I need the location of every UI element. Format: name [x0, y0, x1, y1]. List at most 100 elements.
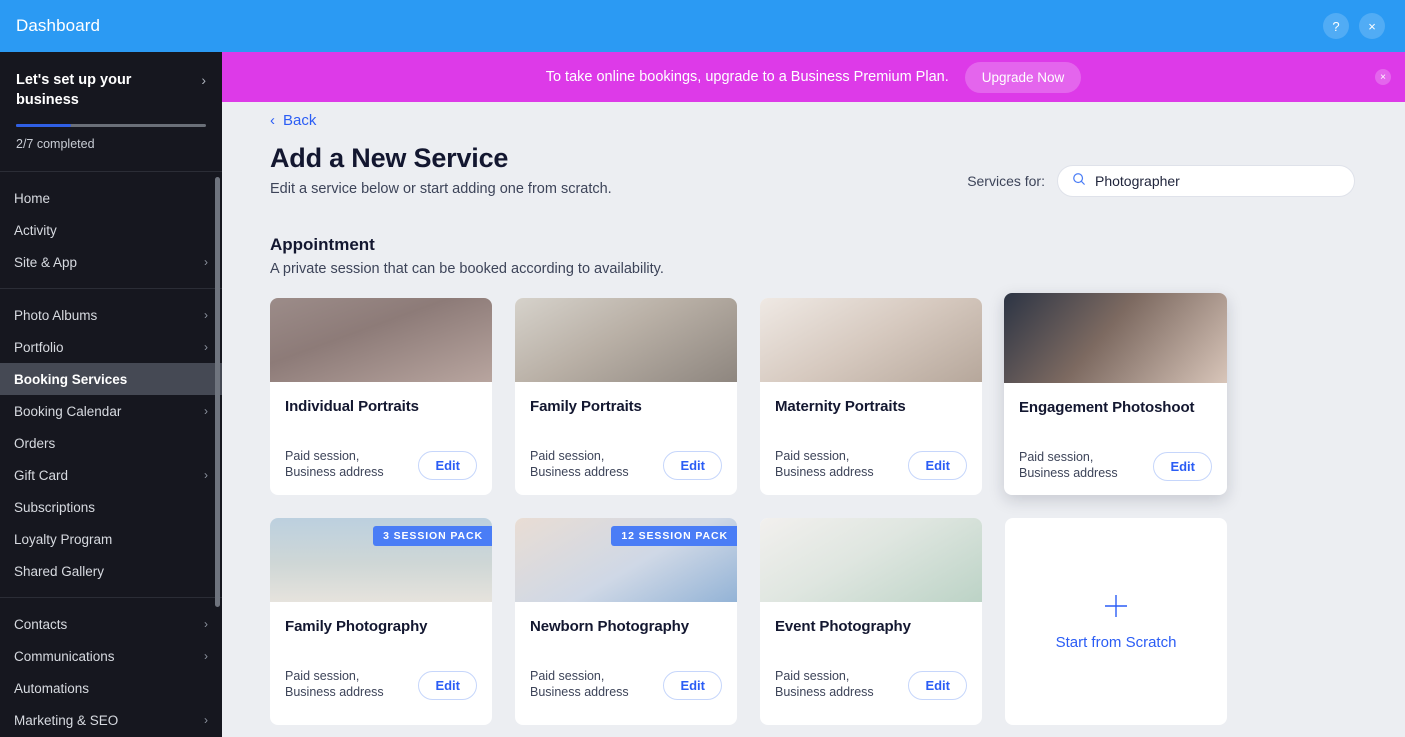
progress-bar-track — [16, 124, 206, 127]
sidebar-item-label: Activity — [14, 222, 57, 238]
edit-button[interactable]: Edit — [908, 451, 967, 480]
edit-button[interactable]: Edit — [418, 671, 477, 700]
service-card-meta-line1: Paid session, — [530, 449, 605, 463]
sidebar-item-label: Shared Gallery — [14, 563, 105, 579]
service-card-image: 12 SESSION PACK — [515, 518, 737, 602]
top-bar: Dashboard ? × — [0, 0, 1405, 52]
sidebar-item-label: Contacts — [14, 616, 68, 632]
service-card-title: Maternity Portraits — [775, 398, 906, 415]
sidebar-item-activity[interactable]: Activity — [0, 214, 222, 246]
chevron-right-icon: › — [204, 255, 208, 269]
chevron-right-icon[interactable]: › — [201, 70, 206, 88]
sidebar: Let's set up your business › 2/7 complet… — [0, 52, 222, 737]
search-input[interactable]: Photographer — [1057, 165, 1355, 197]
service-card[interactable]: Engagement Photoshoot Paid session, Busine… — [1004, 293, 1227, 495]
service-card-footer: Paid session, Business address Edit — [285, 448, 477, 480]
sidebar-scrollbar[interactable] — [215, 177, 220, 607]
setup-title: Let's set up your business — [16, 72, 132, 108]
service-card-body: Event Photography Paid session, Business a… — [760, 602, 982, 714]
app-root: Dashboard ? × Let's set up your business… — [0, 0, 1405, 737]
service-card-footer: Paid session, Business address Edit — [530, 448, 722, 480]
sidebar-divider — [0, 288, 222, 289]
sidebar-item-communications[interactable]: Communications › — [0, 640, 222, 672]
service-card-meta-line2: Business address — [775, 465, 874, 479]
upgrade-now-button[interactable]: Upgrade Now — [964, 61, 1082, 93]
service-card-meta-line1: Paid session, — [285, 669, 360, 683]
service-card-meta-line1: Paid session, — [1019, 450, 1094, 464]
sidebar-divider — [0, 171, 222, 172]
sidebar-divider — [0, 597, 222, 598]
help-question-icon[interactable]: ? — [1323, 13, 1349, 39]
sidebar-item-booking-calendar[interactable]: Booking Calendar › — [0, 395, 222, 427]
service-card-meta-line1: Paid session, — [775, 449, 850, 463]
sidebar-item-loyalty-program[interactable]: Loyalty Program — [0, 523, 222, 555]
sidebar-item-shared-gallery[interactable]: Shared Gallery — [0, 555, 222, 587]
service-card[interactable]: 3 SESSION PACK Family Photography Paid ses… — [270, 518, 492, 725]
chevron-right-icon: › — [204, 468, 208, 482]
sidebar-item-booking-services[interactable]: Booking Services — [0, 363, 222, 395]
sidebar-item-label: Gift Card — [14, 467, 69, 483]
sidebar-item-photo-albums[interactable]: Photo Albums › — [0, 299, 222, 331]
chevron-left-icon: ‹ — [270, 112, 275, 129]
section-title: Appointment — [270, 235, 375, 254]
service-card[interactable]: Family Portraits Paid session, Business ad… — [515, 298, 737, 495]
upgrade-banner-text: To take online bookings, upgrade to a Bu… — [545, 69, 949, 85]
progress-bar-fill — [16, 124, 72, 127]
top-bar-actions: ? × — [1323, 13, 1405, 39]
edit-button[interactable]: Edit — [418, 451, 477, 480]
sidebar-item-gift-card[interactable]: Gift Card › — [0, 459, 222, 491]
session-pack-badge: 12 SESSION PACK — [611, 526, 737, 546]
service-card[interactable]: Individual Portraits Paid session, Busines… — [270, 298, 492, 495]
sidebar-item-contacts[interactable]: Contacts › — [0, 608, 222, 640]
setup-progress-block[interactable]: Let's set up your business › 2/7 complet… — [0, 52, 222, 165]
service-card[interactable]: 12 SESSION PACK Newborn Photography Paid s… — [515, 518, 737, 725]
services-for-control: Services for: Photographer — [967, 143, 1355, 197]
service-card-meta-line1: Paid session, — [530, 669, 605, 683]
sidebar-item-portfolio[interactable]: Portfolio › — [0, 331, 222, 363]
service-card-body: Engagement Photoshoot Paid session, Busine… — [1004, 383, 1227, 495]
edit-button[interactable]: Edit — [1153, 452, 1212, 481]
service-card-meta-line1: Paid session, — [285, 449, 360, 463]
page-title: Add a New Service — [270, 143, 509, 173]
sidebar-item-label: Subscriptions — [14, 499, 96, 515]
banner-close-icon[interactable]: × — [1375, 69, 1391, 85]
sidebar-item-subscriptions[interactable]: Subscriptions — [0, 491, 222, 523]
back-label: Back — [283, 112, 317, 129]
sidebar-item-site-app[interactable]: Site & App › — [0, 246, 222, 278]
service-card-meta: Paid session, Business address — [285, 448, 384, 480]
session-pack-badge: 3 SESSION PACK — [373, 526, 492, 546]
sidebar-item-marketing-seo[interactable]: Marketing & SEO › — [0, 704, 222, 736]
edit-button[interactable]: Edit — [908, 671, 967, 700]
service-card-meta: Paid session, Business address — [775, 668, 874, 700]
sidebar-item-label: Photo Albums — [14, 307, 98, 323]
service-card-image — [760, 298, 982, 382]
service-card[interactable]: Maternity Portraits Paid session, Business… — [760, 298, 982, 495]
close-icon[interactable]: × — [1359, 13, 1385, 39]
service-card-image — [760, 518, 982, 602]
sidebar-item-automations[interactable]: Automations — [0, 672, 222, 704]
service-card[interactable]: Event Photography Paid session, Business a… — [760, 518, 982, 725]
service-cards-grid: Individual Portraits Paid session, Busines… — [222, 277, 1232, 725]
plus-icon — [1103, 593, 1129, 624]
appointment-section-header: Appointment A private session that can b… — [222, 197, 1405, 277]
service-card-footer: Paid session, Business address Edit — [775, 668, 967, 700]
service-card-image — [1004, 293, 1227, 383]
page-header: Add a New Service Edit a service below o… — [222, 129, 1405, 197]
service-card-image: 3 SESSION PACK — [270, 518, 492, 602]
edit-button[interactable]: Edit — [663, 671, 722, 700]
service-card-title: Engagement Photoshoot — [1019, 399, 1195, 416]
service-card-meta-line2: Business address — [285, 465, 384, 479]
page-header-text: Add a New Service Edit a service below o… — [270, 143, 612, 197]
service-card-meta: Paid session, Business address — [530, 668, 629, 700]
sidebar-nav: Home Activity Site & App › Photo Albums › Port… — [0, 178, 222, 737]
service-card-footer: Paid session, Business address Edit — [285, 668, 477, 700]
back-button[interactable]: ‹ Back — [222, 102, 1405, 129]
edit-button[interactable]: Edit — [663, 451, 722, 480]
start-from-scratch-card[interactable]: Start from Scratch — [1005, 518, 1227, 725]
page-subtitle: Edit a service below or start adding one… — [270, 181, 612, 197]
sidebar-item-label: Automations — [14, 680, 90, 696]
sidebar-item-home[interactable]: Home — [0, 182, 222, 214]
sidebar-item-orders[interactable]: Orders — [0, 427, 222, 459]
sidebar-item-label: Booking Services — [14, 371, 128, 387]
service-card-title: Family Photography — [285, 618, 428, 635]
